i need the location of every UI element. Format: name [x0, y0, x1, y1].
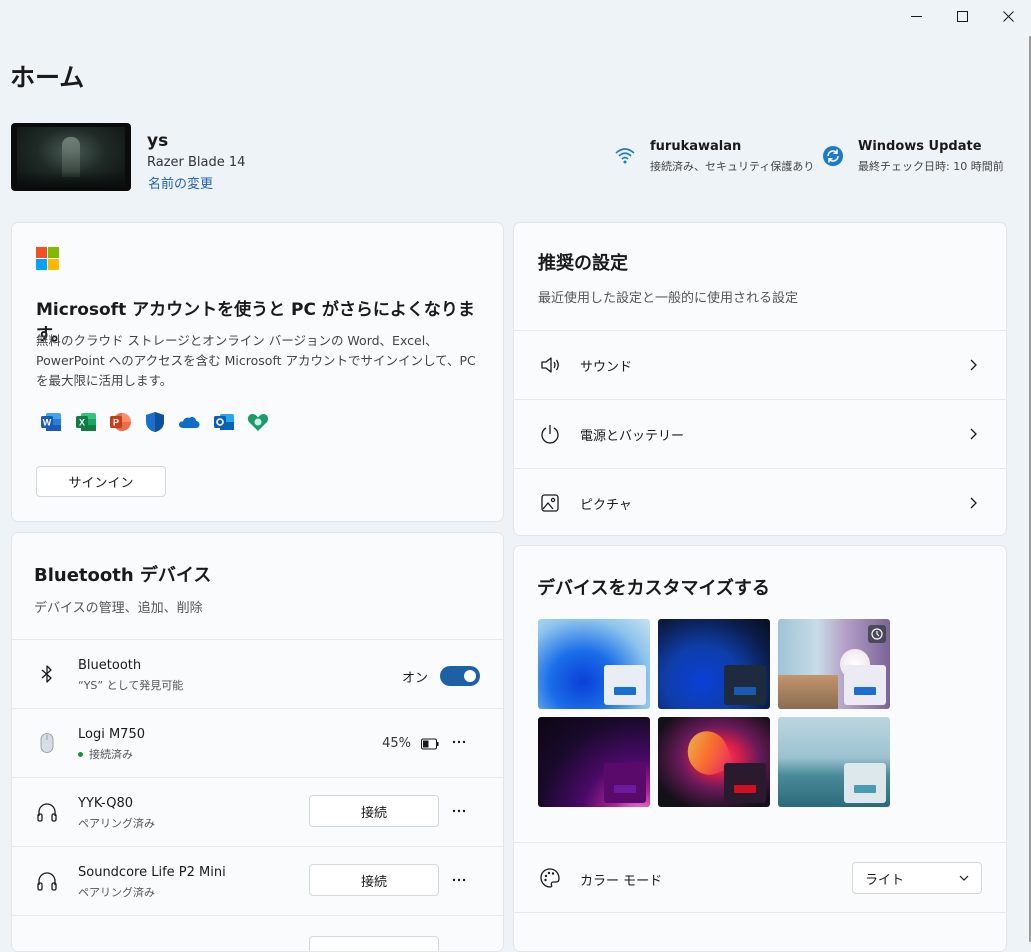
recommended-item-power[interactable]: 電源とバッテリー — [514, 399, 1006, 468]
recommended-item-pictures[interactable]: ピクチャ — [514, 468, 1006, 535]
device-status: 接続済み — [78, 746, 133, 762]
customize-title: デバイスをカスタマイズする — [537, 578, 770, 599]
maximize-icon — [956, 10, 968, 22]
recommended-title: 推奨の設定 — [538, 253, 628, 274]
connected-dot — [78, 751, 83, 757]
color-mode-select[interactable]: ライト — [852, 862, 982, 894]
device-name: Logi M750 — [78, 727, 145, 742]
chevron-right-icon — [970, 497, 977, 509]
bluetooth-discoverable-text: “YS” として発見可能 — [78, 679, 184, 692]
sync-icon — [823, 146, 843, 166]
customize-device-card: デバイスをカスタマイズする カラー モード ライト — [513, 545, 1007, 952]
minimize-button[interactable] — [893, 0, 939, 32]
theme-captured-motion[interactable] — [658, 717, 770, 807]
close-button[interactable] — [985, 0, 1031, 32]
device-status: ペアリング済み — [78, 817, 155, 830]
connect-button[interactable] — [309, 936, 439, 951]
history-icon — [868, 625, 886, 643]
powerpoint-icon: P — [110, 413, 131, 431]
bluetooth-title: Bluetooth デバイス — [34, 565, 212, 586]
chevron-right-icon — [970, 359, 977, 371]
connect-button[interactable]: 接続 — [309, 795, 439, 827]
bluetooth-toggle-label: オン — [401, 671, 428, 686]
device-name: Soundcore Life P2 Mini — [78, 865, 226, 880]
device-name: YYK-Q80 — [78, 796, 133, 811]
theme-glow[interactable] — [538, 717, 650, 807]
word-icon: W — [41, 413, 61, 431]
network-status[interactable]: furukawalan 接続済み、セキュリティ保護あり — [614, 139, 814, 174]
headphones-icon — [37, 803, 57, 822]
family-icon — [247, 414, 269, 431]
ms-account-description: 無料のクラウド ストレージとオンライン バージョンの Word、Excel、Po… — [36, 333, 476, 388]
device-model: Razer Blade 14 — [147, 155, 246, 170]
speaker-icon — [541, 357, 559, 373]
color-mode-value: ライト — [865, 872, 905, 888]
more-options-icon[interactable] — [451, 734, 467, 750]
theme-flow[interactable] — [778, 717, 890, 807]
onedrive-icon — [179, 417, 200, 428]
bluetooth-device-row[interactable]: Logi M750 接続済み 45% — [12, 708, 503, 777]
picture-icon — [541, 494, 559, 512]
excel-icon: X — [75, 413, 96, 431]
battery-level: 45% — [382, 736, 411, 751]
network-name: furukawalan — [650, 139, 742, 154]
more-options-icon[interactable] — [451, 872, 467, 888]
close-icon — [1002, 10, 1014, 22]
bluetooth-devices-card: Bluetooth デバイス デバイスの管理、追加、削除 Bluetooth “… — [11, 532, 504, 952]
device-wallpaper-thumbnail — [11, 123, 131, 191]
bluetooth-subtitle: デバイスの管理、追加、削除 — [34, 601, 203, 616]
signin-button[interactable]: サインイン — [36, 466, 166, 497]
bluetooth-toggle-row: Bluetooth “YS” として発見可能 オン — [12, 639, 503, 708]
recommended-subtitle: 最近使用した設定と一般的に使用される設定 — [538, 291, 799, 306]
theme-windows-dark[interactable] — [658, 619, 770, 709]
recommended-item-label: ピクチャ — [580, 497, 632, 513]
window-controls — [893, 0, 1031, 32]
recommended-item-label: 電源とバッテリー — [580, 428, 685, 444]
svg-text:W: W — [43, 418, 52, 428]
wifi-icon — [615, 148, 635, 164]
network-status-text: 接続済み、セキュリティ保護あり — [650, 160, 815, 173]
update-status-text: 最終チェック日時: 10 時間前 — [858, 160, 1004, 173]
minimize-icon — [910, 15, 922, 17]
maximize-button[interactable] — [939, 0, 985, 32]
bluetooth-label: Bluetooth — [78, 658, 142, 673]
recommended-item-label: サウンド — [580, 359, 633, 375]
update-title: Windows Update — [858, 139, 982, 154]
bluetooth-toggle[interactable] — [440, 666, 480, 686]
device-name: ys — [147, 131, 169, 151]
bluetooth-device-row[interactable]: YYK-Q80 ペアリング済み 接続 — [12, 777, 503, 846]
windows-update-status[interactable]: Windows Update 最終チェック日時: 10 時間前 — [822, 139, 1004, 174]
microsoft-logo-icon — [36, 247, 59, 270]
outlook-icon — [213, 414, 234, 430]
headphones-icon — [37, 872, 57, 891]
theme-spotlight[interactable] — [778, 619, 890, 709]
connect-button[interactable]: 接続 — [309, 864, 439, 896]
color-mode-label: カラー モード — [580, 874, 663, 889]
svg-text:P: P — [113, 418, 119, 428]
bluetooth-device-row[interactable] — [12, 915, 503, 951]
svg-text:X: X — [78, 418, 84, 428]
app-icons: W X P — [40, 411, 282, 433]
chevron-down-icon — [959, 875, 969, 881]
mouse-icon — [40, 733, 54, 753]
battery-icon — [421, 738, 439, 750]
device-status: ペアリング済み — [78, 886, 155, 899]
microsoft-account-card: Microsoft アカウントを使うと PC がさらによくなります。 無料のクラ… — [11, 222, 504, 522]
defender-icon — [145, 412, 164, 432]
theme-windows-light[interactable] — [538, 619, 650, 709]
palette-icon — [540, 868, 560, 888]
rename-link[interactable]: 名前の変更 — [148, 173, 213, 192]
recommended-settings-card: 推奨の設定 最近使用した設定と一般的に使用される設定 サウンド 電源とバッテリー… — [513, 222, 1007, 536]
customize-next-row[interactable] — [514, 912, 1006, 951]
color-mode-row: カラー モード ライト — [514, 842, 1006, 912]
more-options-icon[interactable] — [451, 803, 467, 819]
bluetooth-icon — [41, 665, 52, 683]
page-title: ホーム — [10, 63, 85, 92]
recommended-item-sound[interactable]: サウンド — [514, 330, 1006, 399]
bluetooth-device-row[interactable]: Soundcore Life P2 Mini ペアリング済み 接続 — [12, 846, 503, 915]
power-icon — [541, 425, 559, 444]
theme-thumbnails — [538, 619, 892, 809]
chevron-right-icon — [970, 428, 977, 440]
